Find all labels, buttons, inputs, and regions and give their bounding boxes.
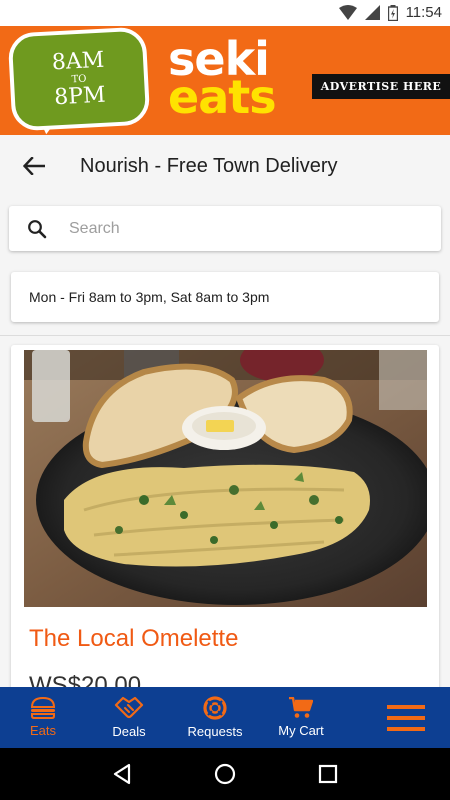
search-icon [9,219,65,239]
search-bar [9,206,441,251]
system-back-button[interactable] [102,754,142,794]
lifebuoy-icon [203,696,227,720]
handshake-icon [114,696,144,719]
ad-banner[interactable]: 8AM TO 8PM seki eats ADVERTISE HERE [0,26,450,135]
hours-close: 8PM [53,82,107,110]
hours-open: 8AM [51,47,105,75]
system-home-button[interactable] [205,754,245,794]
nav-eats-label: Eats [29,723,56,738]
home-circle-icon [214,763,236,785]
status-icons: 11:54 [338,4,442,21]
back-triangle-icon [113,763,130,785]
arrow-left-icon [23,157,45,175]
hours-speech-bubble: 8AM TO 8PM [7,26,151,132]
product-card[interactable]: The Local Omelette WS$20.00 [11,345,439,687]
brand-eats: eats [168,70,277,124]
nav-my-cart-label: My Cart [278,723,324,738]
brand-logo: seki eats [168,36,298,124]
wifi-icon [338,5,357,20]
main-content[interactable]: Mon - Fri 8am to 3pm, Sat 8am to 3pm [0,197,450,687]
system-nav-bar [0,748,450,800]
hamburger-menu-icon [387,704,425,731]
bottom-nav: Eats Deals Requests My Cart [0,687,450,748]
advertise-here-label[interactable]: ADVERTISE HERE [312,74,450,99]
back-button[interactable] [0,135,68,197]
nav-requests-label: Requests [187,724,243,739]
opening-hours-text: Mon - Fri 8am to 3pm, Sat 8am to 3pm [29,289,270,305]
menu-button[interactable] [344,687,450,748]
nav-deals-label: Deals [112,724,146,739]
burger-icon [30,697,56,719]
product-price: WS$20.00 [29,672,142,687]
app-bar: Nourish - Free Town Delivery [0,135,450,197]
product-name[interactable]: The Local Omelette [29,625,238,653]
clock: 11:54 [405,4,442,21]
battery-icon [387,4,398,21]
nav-requests[interactable]: Requests [172,687,258,748]
system-recents-button[interactable] [308,754,348,794]
product-photo[interactable] [24,350,427,607]
recents-square-icon [319,764,338,784]
nav-deals[interactable]: Deals [86,687,172,748]
nav-my-cart[interactable]: My Cart [258,687,344,748]
divider [0,335,450,336]
status-bar: 11:54 [0,0,450,26]
nav-eats[interactable]: Eats [0,687,86,748]
cart-icon [289,697,313,718]
opening-hours-card: Mon - Fri 8am to 3pm, Sat 8am to 3pm [11,272,439,322]
signal-icon [364,5,380,20]
page-title: Nourish - Free Town Delivery [80,154,338,177]
search-input[interactable] [69,219,441,238]
